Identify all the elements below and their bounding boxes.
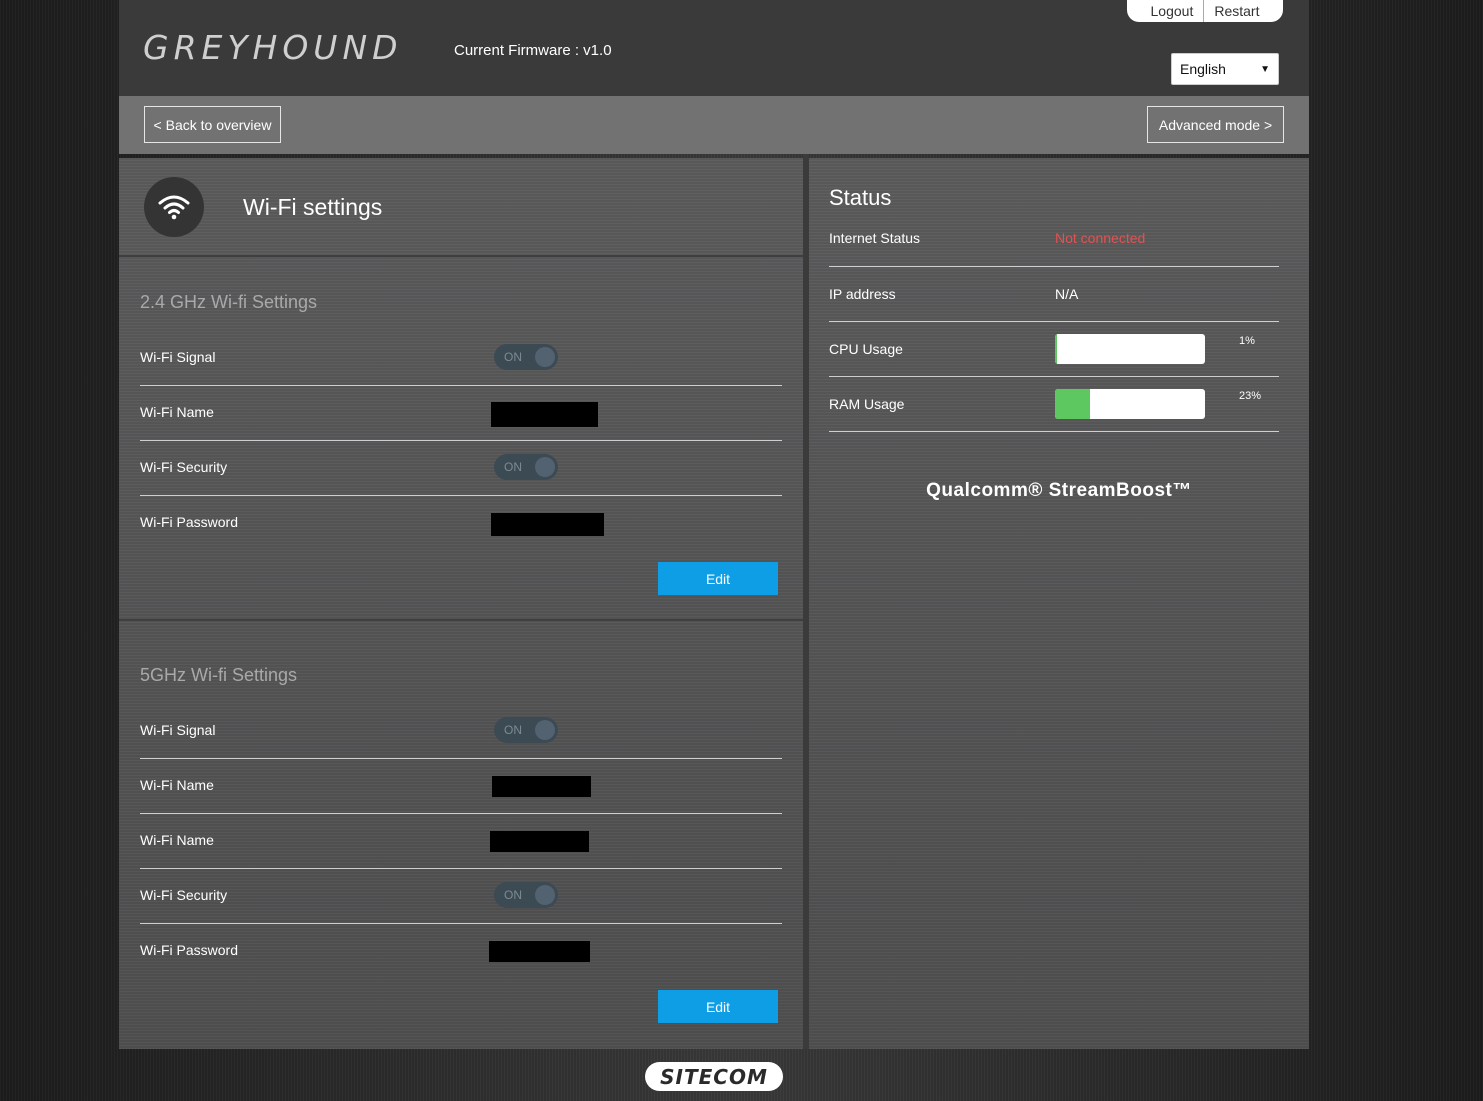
wifi-settings-panel: Wi-Fi settings 2.4 GHz Wi-fi Settings Wi… <box>119 158 803 1049</box>
band24-signal-toggle[interactable]: ON <box>494 344 558 370</box>
toggle-state: ON <box>504 888 522 902</box>
band5-signal-label: Wi-Fi Signal <box>140 722 216 738</box>
cpu-usage-percent: 1% <box>1239 335 1255 347</box>
chevron-down-icon: ▼ <box>1260 63 1270 75</box>
ip-address-row: IP address N/A <box>829 267 1279 322</box>
band5-security-label: Wi-Fi Security <box>140 887 228 903</box>
language-select[interactable]: English ▼ <box>1171 53 1279 85</box>
ram-usage-label: RAM Usage <box>829 396 905 412</box>
band5-title: 5GHz Wi-fi Settings <box>140 665 298 685</box>
band5-signal-row: Wi-Fi Signal ON <box>140 704 782 759</box>
cpu-usage-row: CPU Usage 1% <box>829 322 1279 377</box>
cpu-usage-fill <box>1055 334 1057 364</box>
toggle-knob <box>535 457 555 477</box>
status-panel: Status Internet Status Not connected IP … <box>809 158 1309 1049</box>
band5-name-label: Wi-Fi Name <box>140 777 214 793</box>
band24-title: 2.4 GHz Wi-fi Settings <box>140 292 318 312</box>
wifi-icon <box>144 177 204 237</box>
back-to-overview-button[interactable]: < Back to overview <box>144 106 281 143</box>
band24-name-label: Wi-Fi Name <box>140 404 214 420</box>
band5-section: 5GHz Wi-fi Settings Wi-Fi Signal ON Wi-F… <box>119 623 803 1049</box>
band5-security-row: Wi-Fi Security ON <box>140 869 782 924</box>
redacted-value <box>490 831 589 852</box>
toolbar: < Back to overview Advanced mode > <box>119 96 1309 154</box>
toggle-knob <box>535 347 555 367</box>
band24-name-row: Wi-Fi Name <box>140 386 782 441</box>
qualcomm-streamboost-logo: Qualcomm® StreamBoost™ <box>926 480 1192 501</box>
header: GREYHOUND Current Firmware : v1.0 Logout… <box>119 0 1309 96</box>
top-nav: Logout Restart <box>1127 0 1283 22</box>
toggle-knob <box>535 720 555 740</box>
advanced-mode-button[interactable]: Advanced mode > <box>1147 106 1284 143</box>
ram-usage-fill <box>1055 389 1090 419</box>
sitecom-logo: SITECOM <box>645 1062 783 1091</box>
band5-signal-toggle[interactable]: ON <box>494 717 558 743</box>
band24-section: 2.4 GHz Wi-fi Settings Wi-Fi Signal ON W… <box>119 259 803 621</box>
page-title: Wi-Fi settings <box>243 194 383 220</box>
redacted-value <box>489 941 590 962</box>
logout-link[interactable]: Logout <box>1141 3 1204 19</box>
toggle-state: ON <box>504 723 522 737</box>
band24-signal-row: Wi-Fi Signal ON <box>140 331 782 386</box>
band5-password-row: Wi-Fi Password <box>140 924 782 979</box>
ram-usage-row: RAM Usage 23% <box>829 377 1279 432</box>
band24-security-label: Wi-Fi Security <box>140 459 228 475</box>
band5-password-label: Wi-Fi Password <box>140 942 239 958</box>
firmware-version: Current Firmware : v1.0 <box>454 42 612 59</box>
ip-address-label: IP address <box>829 286 896 302</box>
internet-status-value: Not connected <box>1055 230 1146 246</box>
toggle-knob <box>535 885 555 905</box>
band24-password-label: Wi-Fi Password <box>140 514 239 530</box>
redacted-value <box>491 402 598 427</box>
band5-security-toggle[interactable]: ON <box>494 882 558 908</box>
band5-name2-row: Wi-Fi Name <box>140 814 782 869</box>
band24-security-row: Wi-Fi Security ON <box>140 441 782 496</box>
ram-usage-percent: 23% <box>1239 390 1262 402</box>
ram-usage-bar <box>1055 389 1205 419</box>
cpu-usage-bar <box>1055 334 1205 364</box>
router-admin-page: GREYHOUND Current Firmware : v1.0 Logout… <box>119 0 1309 1049</box>
band5-name-row: Wi-Fi Name <box>140 759 782 814</box>
ip-address-value: N/A <box>1055 286 1079 302</box>
internet-status-row: Internet Status Not connected <box>829 212 1279 267</box>
toggle-state: ON <box>504 460 522 474</box>
restart-link[interactable]: Restart <box>1204 3 1269 19</box>
language-value: English <box>1180 61 1226 77</box>
redacted-value <box>492 776 591 797</box>
toggle-state: ON <box>504 350 522 364</box>
band5-edit-button[interactable]: Edit <box>658 990 778 1023</box>
band24-edit-button[interactable]: Edit <box>658 562 778 595</box>
band24-security-toggle[interactable]: ON <box>494 454 558 480</box>
greyhound-logo: GREYHOUND <box>143 28 403 67</box>
redacted-value <box>491 513 604 536</box>
band5-name2-label: Wi-Fi Name <box>140 832 214 848</box>
cpu-usage-label: CPU Usage <box>829 341 903 357</box>
wifi-settings-header: Wi-Fi settings <box>119 158 803 257</box>
band24-password-row: Wi-Fi Password <box>140 496 782 551</box>
internet-status-label: Internet Status <box>829 230 921 246</box>
status-title: Status <box>829 185 892 210</box>
band24-signal-label: Wi-Fi Signal <box>140 349 216 365</box>
